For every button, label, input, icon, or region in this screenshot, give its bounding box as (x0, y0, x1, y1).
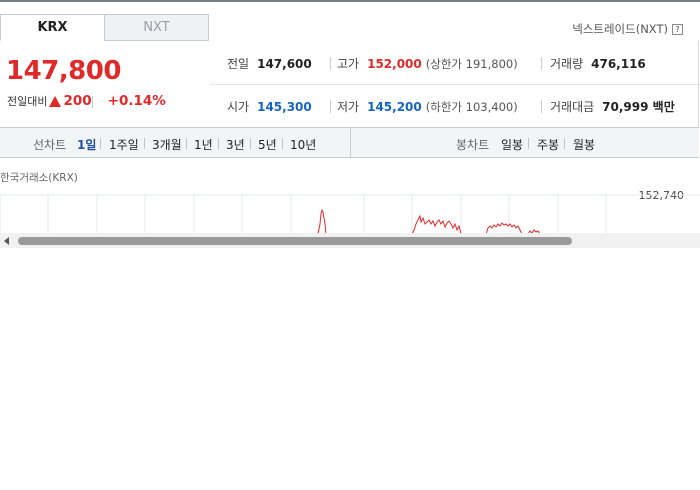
period-weekly-candle[interactable]: 주봉 (537, 136, 559, 153)
stat-divider (541, 57, 542, 70)
period-daily-candle[interactable]: 일봉 (501, 136, 523, 153)
stat-trade-value: 거래대금 70,999 백만 (550, 98, 675, 115)
stat-label: 전일 (227, 57, 250, 71)
price-chart-svg (0, 194, 700, 234)
stat-value: 476,116 (591, 57, 646, 71)
chart-gridlines (0, 194, 700, 234)
tab-nxt[interactable]: NXT (104, 14, 209, 41)
stat-label: 고가 (337, 57, 360, 71)
scroll-left-icon[interactable] (4, 237, 9, 245)
lower-limit-label: (하한가 (425, 100, 462, 114)
chart-type-bar: 선차트 1일 1주일 3개월 1년 3년 5년 10년 봉차트 일봉 주봉 월봉 (0, 127, 699, 158)
chart-scrollbar[interactable] (0, 233, 700, 248)
upper-limit-label: (상한가 (425, 57, 462, 71)
period-divider (250, 138, 251, 149)
period-1year[interactable]: 1년 (194, 136, 213, 153)
period-3year[interactable]: 3년 (226, 136, 245, 153)
chart-exchange-title: 한국거래소(KRX) (0, 172, 78, 184)
stat-value: 145,300 (257, 100, 312, 114)
stat-divider (330, 57, 331, 70)
period-divider (218, 138, 219, 149)
stat-value: 145,200 (367, 100, 422, 114)
upper-limit-value: 191,800) (465, 57, 518, 71)
period-1day[interactable]: 1일 (77, 136, 96, 153)
period-5year[interactable]: 5년 (258, 136, 277, 153)
stat-low: 저가 145,200 (하한가 103,400) (337, 98, 518, 115)
stats-row-divider (210, 84, 700, 85)
period-divider (100, 138, 101, 149)
up-triangle-icon (49, 95, 62, 107)
tab-krx[interactable]: KRX (0, 14, 105, 41)
nextrade-label[interactable]: 넥스트레이드(NXT) (572, 21, 668, 37)
period-divider (564, 138, 565, 149)
change-percent: +0.14% (107, 93, 166, 109)
stat-label: 거래량 (550, 57, 584, 71)
top-border (0, 0, 700, 2)
period-monthly-candle[interactable]: 월봉 (573, 136, 595, 153)
price-line (317, 208, 327, 234)
bar-divider (350, 128, 351, 157)
stat-divider (541, 100, 542, 113)
stat-value: 70,999 백만 (602, 100, 675, 114)
scroll-thumb[interactable] (18, 237, 572, 245)
stat-prev-close: 전일 147,600 (227, 55, 312, 72)
stat-label: 시가 (227, 100, 250, 114)
stat-value: 152,000 (367, 57, 422, 71)
lower-limit-value: 103,400) (465, 100, 518, 114)
stats-right-border (698, 41, 699, 127)
period-3month[interactable]: 3개월 (152, 136, 182, 153)
change-divider (92, 96, 93, 108)
period-10year[interactable]: 10년 (290, 136, 316, 153)
lower-limit: (하한가 103,400) (426, 99, 518, 115)
stat-high: 고가 152,000 (상한가 191,800) (337, 55, 518, 72)
stat-value: 147,600 (257, 57, 312, 71)
period-divider (186, 138, 187, 149)
stat-label: 거래대금 (550, 100, 595, 114)
change-label: 전일대비 (7, 95, 48, 108)
change-amount: 200 (63, 93, 92, 109)
price-line (411, 214, 462, 234)
period-divider (528, 138, 529, 149)
stat-label: 저가 (337, 100, 360, 114)
nextrade-link[interactable]: 넥스트레이드(NXT) ? (572, 21, 683, 37)
stat-divider (330, 100, 331, 113)
line-chart-label: 선차트 (33, 138, 67, 152)
current-price: 147,800 (6, 56, 121, 86)
period-divider (282, 138, 283, 149)
upper-limit: (상한가 191,800) (426, 56, 518, 72)
period-divider (144, 138, 145, 149)
stat-volume: 거래량 476,116 (550, 55, 646, 72)
candle-chart-label: 봉차트 (456, 138, 490, 152)
price-change: 전일대비 200 +0.14% (7, 93, 166, 109)
period-1week[interactable]: 1주일 (109, 136, 139, 153)
help-icon[interactable]: ? (672, 23, 683, 35)
price-chart[interactable] (0, 194, 700, 234)
stat-open: 시가 145,300 (227, 98, 312, 115)
